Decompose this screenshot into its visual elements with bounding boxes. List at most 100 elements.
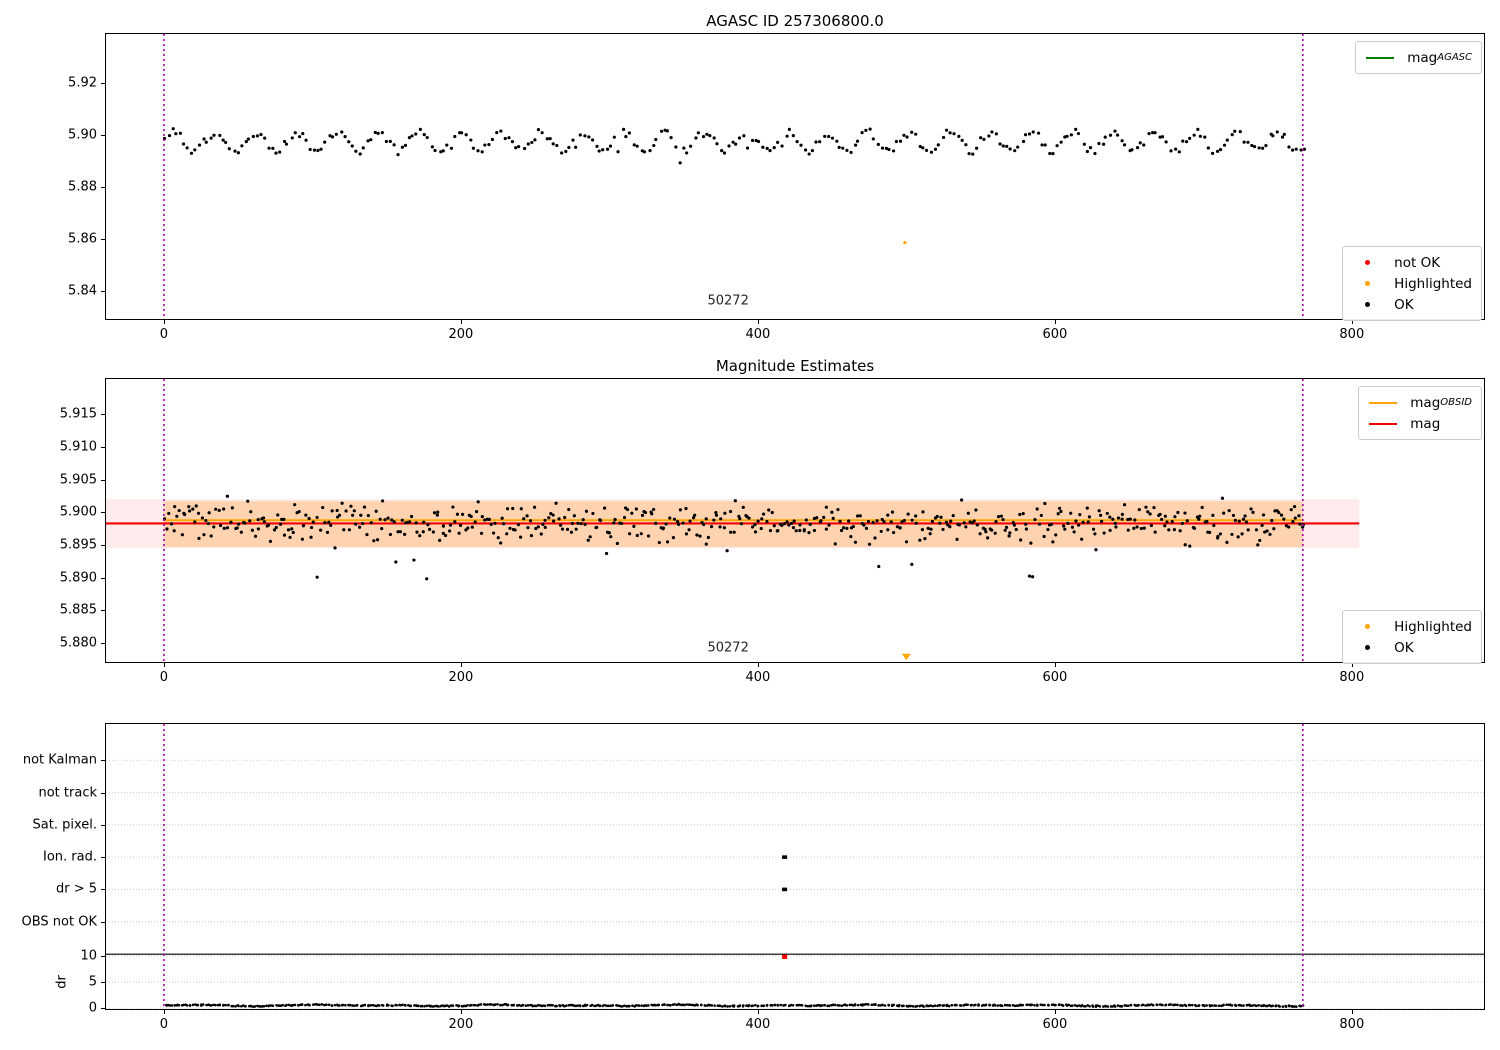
ok-point [847,519,851,523]
dr-point [1091,1005,1095,1008]
dr-point [1120,1005,1124,1008]
ok-point [1139,526,1143,531]
ok-point [409,514,414,519]
ok-point [719,517,723,521]
ok-point [1163,514,1167,518]
ok-point [304,513,308,517]
plot1-title: AGASC ID 257306800.0 [706,12,884,30]
ok-point [297,135,302,139]
ok-point [239,530,243,534]
ok-point [1130,148,1134,152]
ok-point [1271,134,1275,138]
ok-point [615,541,620,546]
ok-point [923,537,927,541]
ok-point [1135,525,1139,529]
ok-point [366,513,370,518]
ok-point [250,528,255,532]
ok-point [266,523,271,527]
ok-point [358,152,362,156]
dr-point [823,1003,827,1007]
legend-line-swatch [1368,401,1398,404]
ok-point [1043,143,1047,147]
ok-point [605,147,610,151]
ok-point [340,130,344,134]
ok-point [1280,135,1285,139]
dr-point [1067,1003,1071,1007]
ok-point [1088,146,1093,150]
y-tick-mark [101,1008,105,1010]
ok-point [251,134,255,139]
magnitude-estimates-plot [105,378,1485,663]
dr-point [524,1004,528,1007]
ok-point [695,533,699,537]
dr-point [966,1003,969,1006]
ok-point [197,536,201,540]
ok-point [441,149,445,153]
ok-point [678,161,682,165]
ok-point [400,145,404,149]
ok-point [898,526,902,530]
ok-point [284,142,289,146]
ok-point [1021,139,1026,144]
ok-point [877,564,881,569]
ok-point [678,508,682,512]
dr-point [909,1004,912,1008]
y-tick-mark [101,446,105,448]
ok-point [1297,514,1301,518]
ok-point [1160,135,1165,139]
ok-point [1120,139,1124,143]
y-tick-mark [101,290,105,292]
ok-point [1170,520,1174,524]
ok-point [451,505,455,509]
flag-row-label: dr > 5 [55,881,97,897]
dr-point [640,1004,644,1007]
ok-point [180,533,184,537]
flag-row-label: OBS not OK [21,914,98,930]
ok-point [278,150,282,154]
ok-point [949,519,953,523]
dr-point [1084,1004,1087,1008]
ok-point [183,512,187,517]
ok-point [414,132,418,136]
ok-point [525,514,529,518]
legend-label-subscript: AGASC [1437,52,1472,63]
obsid-label: 50272 [707,293,749,309]
ok-point [262,520,266,524]
ok-point [765,519,769,524]
ok-point [1230,532,1234,537]
dr-point [1222,1003,1225,1007]
ok-point [312,148,317,152]
ok-point [1180,521,1184,526]
ok-point [276,513,280,517]
ok-point [1059,140,1063,144]
highlighted-point [903,240,907,245]
ok-point [476,500,480,504]
ok-point [271,146,275,150]
dr-point [845,1004,849,1007]
dr-point [237,1004,240,1008]
ok-point [1244,520,1248,524]
ok-point [1085,506,1089,510]
ok-point [597,149,601,153]
ok-point [595,525,599,529]
dr-point [404,1004,407,1007]
ok-point [941,135,946,140]
ok-point [1048,151,1052,156]
dr-point [320,1003,324,1006]
ok-point [734,142,738,146]
ok-point [502,522,506,526]
ok-point [435,513,439,517]
ok-point [836,507,840,512]
ok-point [493,521,497,525]
ok-point [1181,139,1185,143]
dr-point [479,1003,483,1006]
ok-point [1298,522,1302,526]
ok-point [1049,522,1054,526]
legend-dot-swatch [1352,645,1382,650]
ok-point [1246,528,1250,532]
ok-point [1196,127,1200,131]
dr-point [1255,1004,1258,1008]
ok-point [1116,516,1120,520]
ok-point [1149,523,1154,528]
ok-point [837,145,841,149]
